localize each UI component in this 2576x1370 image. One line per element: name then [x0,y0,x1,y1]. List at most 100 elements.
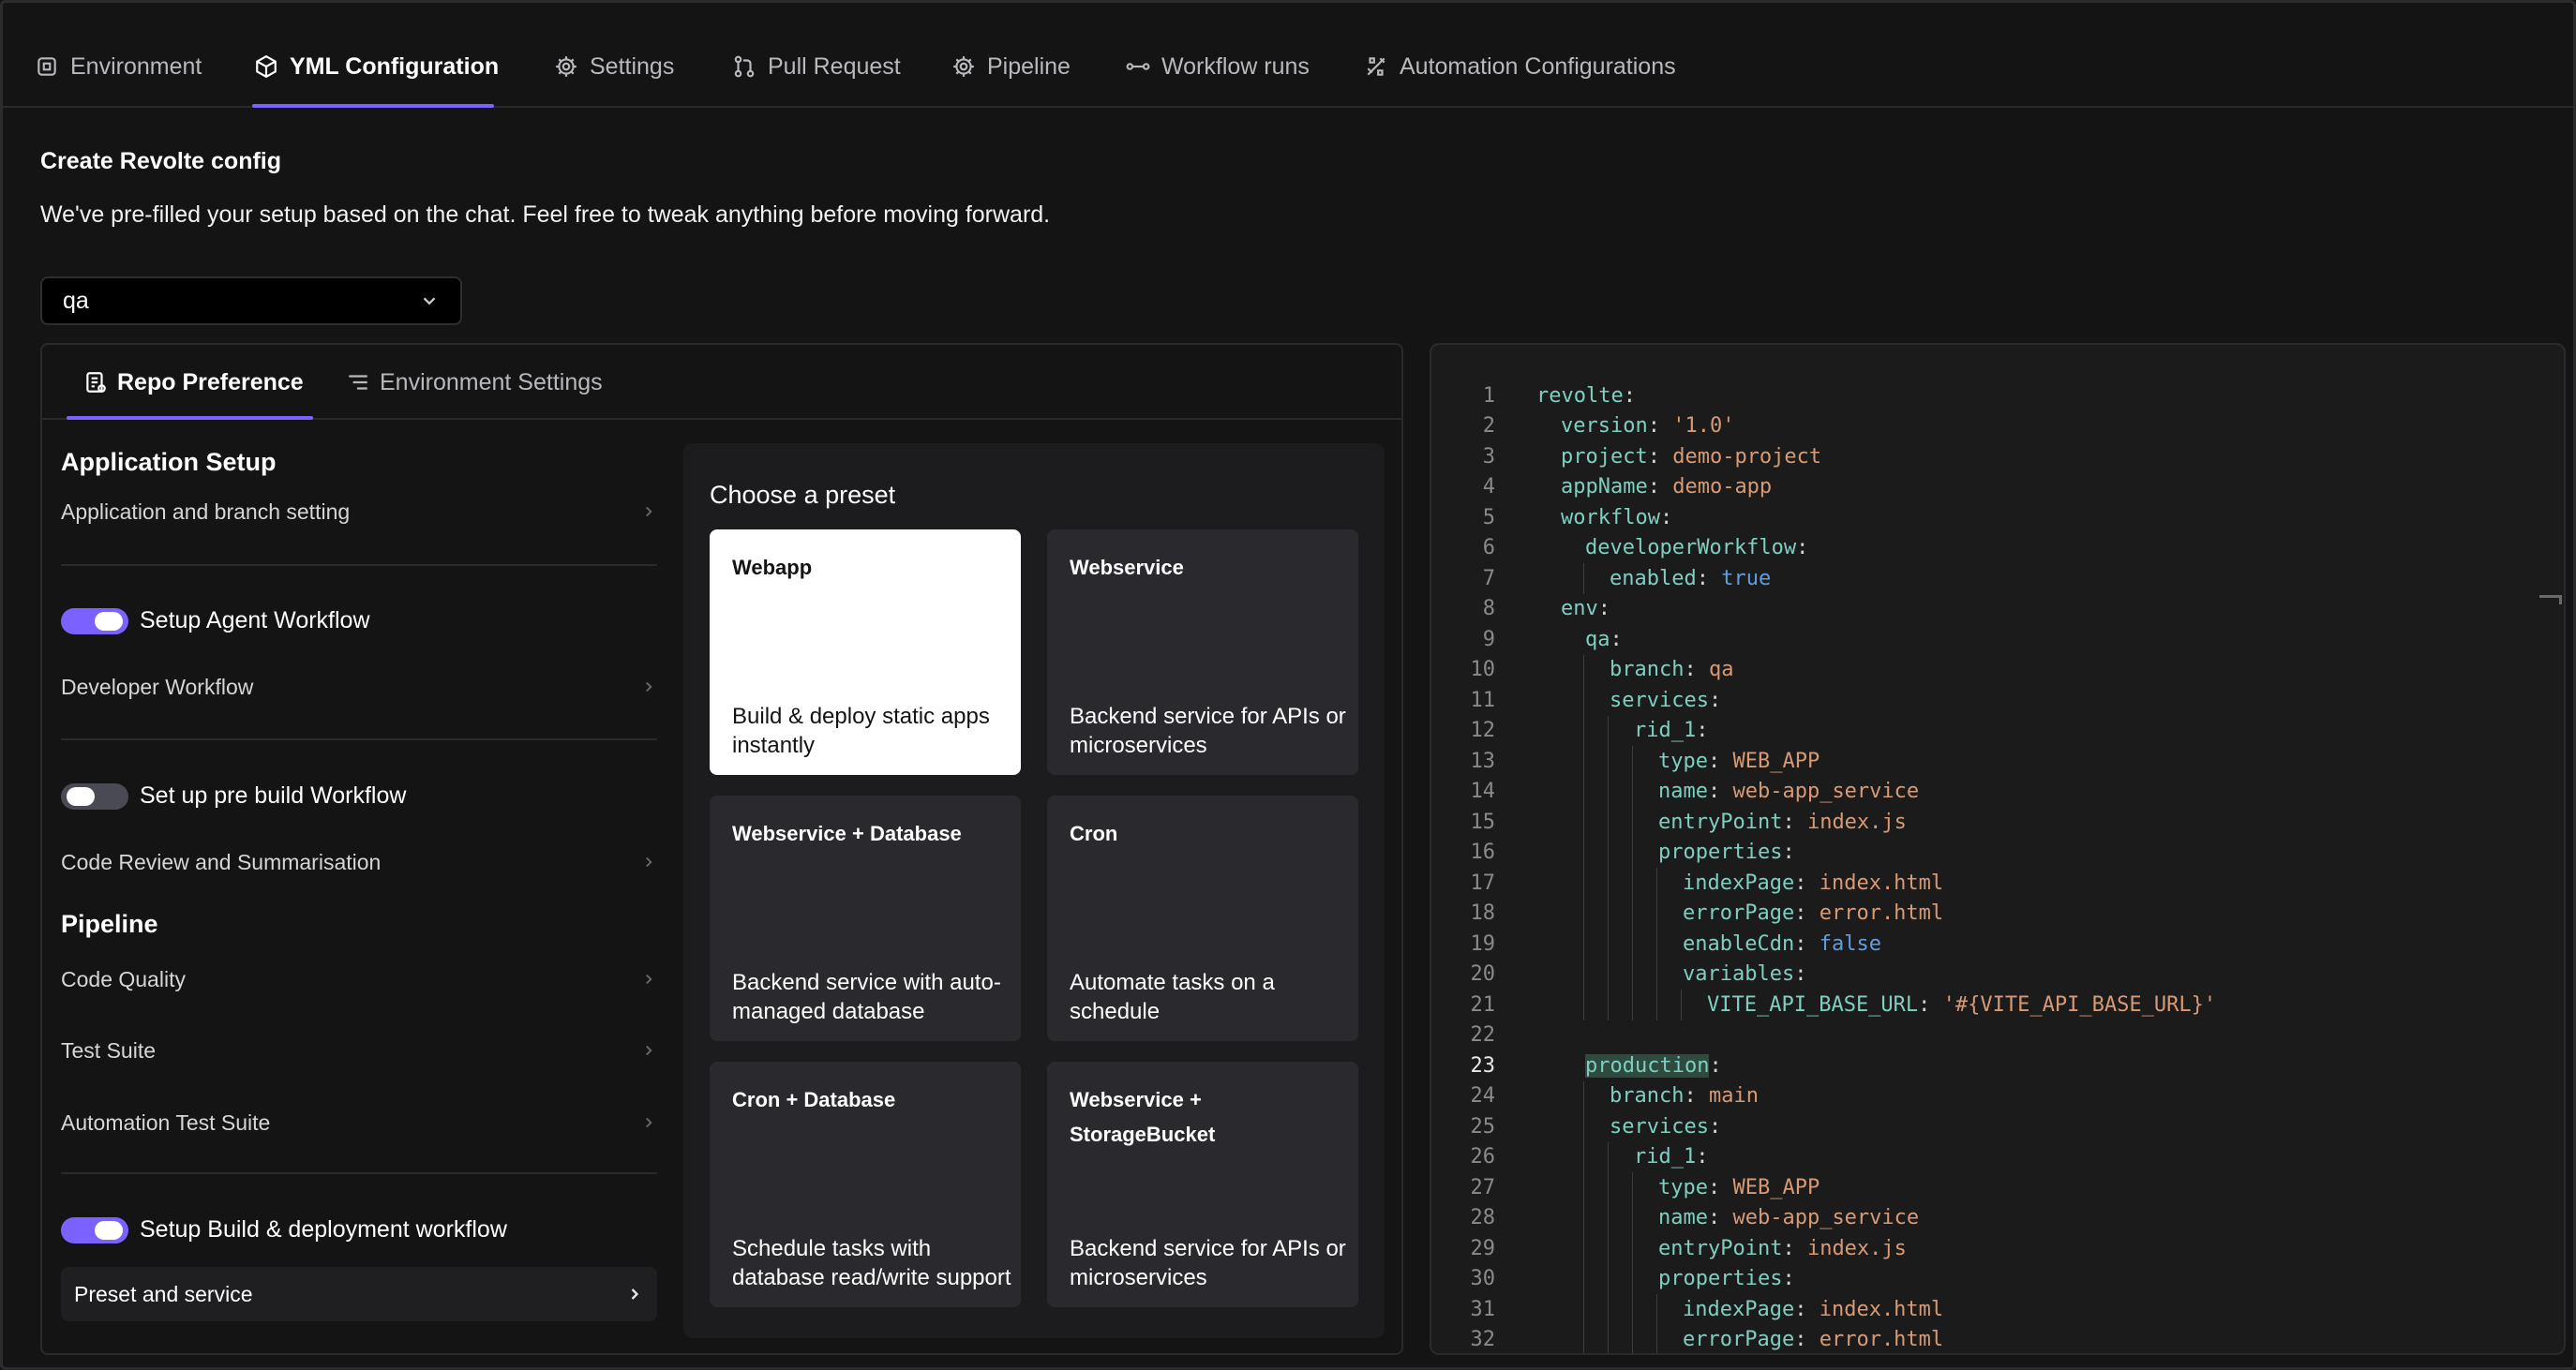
pre-build-workflow-toggle[interactable] [61,782,128,810]
yaml-key: appName [1561,475,1648,499]
yaml-colon: : [1708,1114,1722,1139]
line-number: 21 [1470,992,1496,1017]
developer-workflow-label: Developer Workflow [61,674,254,699]
top-tab-bar: Environment YML Configuration Settings P… [3,3,2573,108]
preset-card-webservice-database[interactable]: Webservice + Database Backend service wi… [710,796,1021,1041]
line-number: 9 [1482,627,1495,651]
tab-yml-configuration-label: YML Configuration [290,52,500,80]
code-text: qa: [1585,628,1623,651]
indent-guide [1583,1141,1584,1172]
indent-guide [1608,837,1609,868]
code-text: type: WEB_APP [1658,1176,1820,1199]
developer-workflow-row[interactable]: Developer Workflow [61,668,657,706]
tab-settings[interactable]: Settings [554,52,674,82]
tab-workflow-runs[interactable]: Workflow runs [1126,52,1310,82]
yaml-value: web-app_service [1720,780,1920,804]
yaml-key: branch [1610,658,1685,682]
setup-agent-workflow-toggle[interactable] [61,607,128,634]
line-number: 6 [1482,536,1495,560]
yaml-colon: : [1696,719,1709,743]
yaml-editor[interactable]: 1 revolte: 2 version: '1.0' 3 project: demo-p… [1430,343,2566,1355]
page-title: Create Revolte config [40,148,282,174]
yaml-value: '#{VITE_API_BASE_URL}' [1930,992,2217,1017]
yaml-key: name [1658,1206,1708,1230]
indent-guide [1583,746,1584,777]
code-text: indexPage: index.html [1683,1298,1943,1321]
code-text: env: [1561,597,1610,620]
toggle-knob [95,611,123,631]
yaml-colon: : [1707,1206,1721,1230]
automation-icon [1367,57,1385,76]
line-number: 32 [1470,1328,1496,1352]
line-number: 31 [1470,1297,1496,1321]
tab-pull-request[interactable]: Pull Request [732,52,901,82]
yaml-colon: : [1659,505,1673,529]
tab-repo-preference[interactable]: Repo Preference [83,367,304,397]
environment-select[interactable]: qa [40,276,462,325]
build-deploy-workflow-toggle[interactable] [61,1216,128,1243]
test-suite-row[interactable]: Test Suite [61,1032,657,1069]
preset-card-webapp[interactable]: Webapp Build & deploy static apps instan… [710,529,1021,775]
code-line: 13 type: WEB_APP [1431,746,2564,777]
preset-card-cron[interactable]: Cron Automate tasks on a schedule [1047,796,1358,1041]
tab-automation-configurations[interactable]: Automation Configurations [1364,52,1676,82]
yaml-colon: : [1794,931,1807,956]
code-text: rid_1: [1634,1145,1708,1169]
pull-request-icon [734,55,755,78]
indent-guide [1632,898,1633,929]
tab-yml-configuration[interactable]: YML Configuration [254,52,499,82]
divider [61,564,657,566]
indent-guide [1608,990,1609,1020]
line-number: 5 [1482,505,1495,529]
code-text: VITE_API_BASE_URL: '#{VITE_API_BASE_URL}… [1707,993,2216,1017]
indent-guide [1608,1294,1609,1325]
preset-description: Backend service for APIs or microservice… [1070,1236,1346,1290]
yaml-key: name [1658,780,1708,804]
tab-automation-configurations-label: Automation Configurations [1400,52,1676,80]
code-line: 9 qa: [1431,624,2564,655]
tab-environment-settings[interactable]: Environment Settings [346,367,603,397]
gear-icon [556,56,577,77]
tab-environment[interactable]: Environment [35,52,202,82]
yaml-key: services [1610,688,1709,712]
indent-guide [1632,959,1633,990]
setup-agent-workflow-row: Setup Agent Workflow [61,607,370,634]
code-line: 27 type: WEB_APP [1431,1172,2564,1203]
indent-guide [1583,1324,1584,1353]
repo-preference-icon [86,372,106,393]
yaml-key: entryPoint [1658,1236,1783,1260]
yaml-value: WEB_APP [1720,749,1820,773]
line-number: 8 [1482,597,1495,621]
indent-guide [1583,837,1584,868]
preset-and-service-row[interactable]: Preset and service [61,1267,657,1321]
preset-description: Backend service with auto-managed databa… [732,970,1001,1024]
code-line: 6 developerWorkflow: [1431,533,2564,564]
environment-select-value: qa [63,287,89,314]
preset-card-cron-database[interactable]: Cron + Database Schedule tasks with data… [710,1062,1021,1307]
line-number: 1 [1482,383,1495,408]
preset-name: Cron [1070,822,1118,845]
cube-icon [256,54,277,79]
line-number: 28 [1470,1206,1496,1230]
preset-name: Cron + Database [732,1088,896,1111]
divider [61,1172,657,1174]
automation-test-suite-row[interactable]: Automation Test Suite [61,1104,657,1141]
yaml-key: errorPage [1683,1328,1795,1352]
application-branch-setting-row[interactable]: Application and branch setting [61,493,657,530]
scrollbar-marker [2539,595,2562,604]
tab-pipeline[interactable]: Pipeline [951,52,1071,82]
code-review-row[interactable]: Code Review and Summarisation [61,843,657,881]
code-line: 10 branch: qa [1431,654,2564,685]
code-quality-row[interactable]: Code Quality [61,960,657,998]
preset-card-webservice[interactable]: Webservice Backend service for APIs or m… [1047,529,1358,775]
yaml-key: revolte [1536,383,1624,408]
indent-guide [1583,868,1584,899]
indent-guide [1608,776,1609,807]
indent-guide [1583,807,1584,838]
yaml-value: demo-app [1659,475,1773,499]
preset-card-webservice-storagebucket[interactable]: Webservice + StorageBucket Backend servi… [1047,1062,1358,1307]
yaml-colon: : [1782,1267,1795,1291]
indent-guide [1583,1202,1584,1233]
line-number: 13 [1470,749,1496,773]
code-text: branch: qa [1610,658,1733,681]
